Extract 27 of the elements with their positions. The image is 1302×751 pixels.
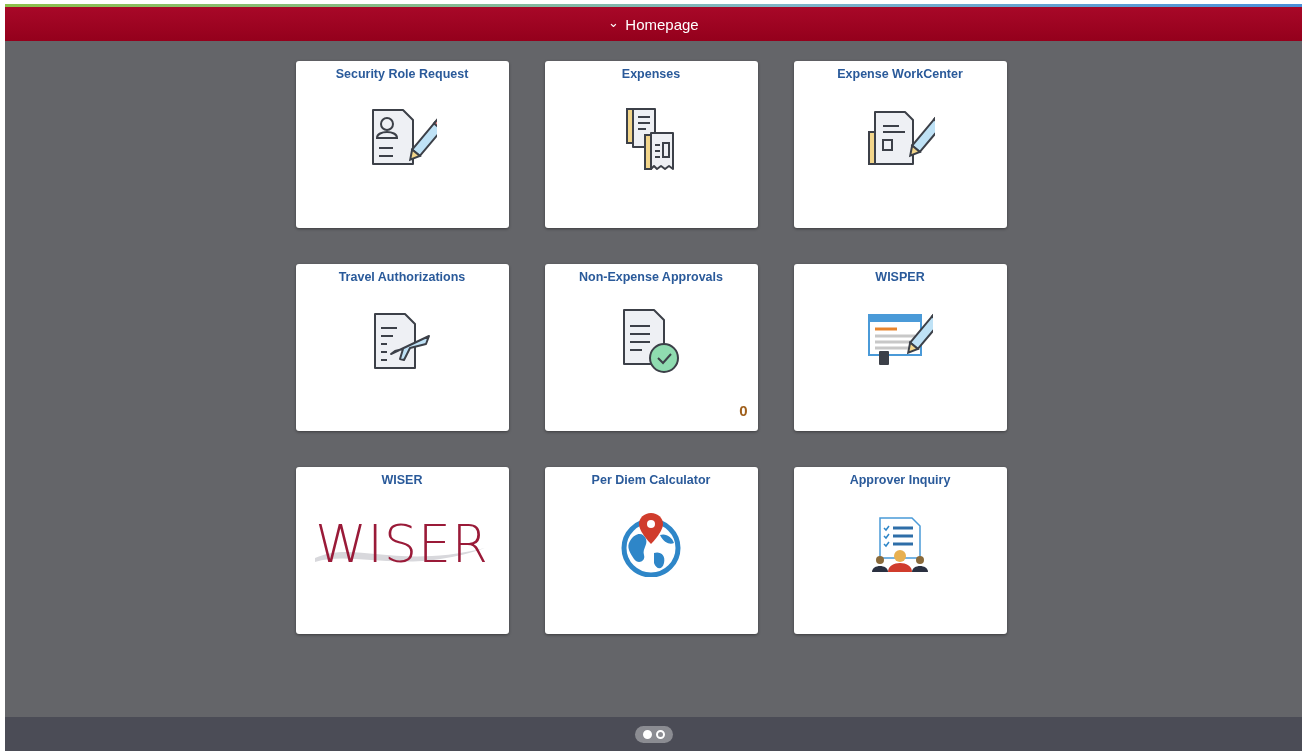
chevron-icon: ⌄ <box>608 15 620 29</box>
tile-title: Security Role Request <box>335 67 469 81</box>
tile-title: Travel Authorizations <box>338 270 466 284</box>
team-checklist-icon <box>872 515 928 572</box>
app-tile[interactable]: Non-Expense Approvals 0 <box>544 264 758 431</box>
app-tile[interactable]: Expenses <box>544 61 758 228</box>
wiser-logo: WISER <box>315 513 489 574</box>
tile-title: WISPER <box>875 270 925 284</box>
tile-title: WISER <box>381 473 423 487</box>
tile-title: Expenses <box>621 67 681 81</box>
app-tile[interactable]: WISER WISER <box>295 467 509 634</box>
page-indicator[interactable] <box>634 725 673 743</box>
tile-title: Expense WorkCenter <box>837 67 963 81</box>
page-dot[interactable] <box>642 729 652 739</box>
app-tile[interactable]: WISPER <box>793 264 1007 431</box>
page-dot[interactable] <box>655 729 665 739</box>
header-title: Homepage <box>625 15 699 33</box>
app-tile[interactable]: Travel Authorizations <box>295 264 509 431</box>
tile-title: Non-Expense Approvals <box>579 270 723 284</box>
app-tile[interactable]: Security Role Request <box>295 61 509 228</box>
app-tile[interactable]: Expense WorkCenter <box>793 61 1007 228</box>
tile-title: Per Diem Calculator <box>591 473 711 487</box>
homepage-header[interactable]: ⌄ Homepage <box>5 7 1302 41</box>
tile-title: Approver Inquiry <box>849 473 951 487</box>
tile-count: 0 <box>739 402 748 419</box>
app-tile[interactable]: Approver Inquiry <box>793 467 1007 634</box>
app-tile[interactable]: Per Diem Calculator <box>544 467 758 634</box>
